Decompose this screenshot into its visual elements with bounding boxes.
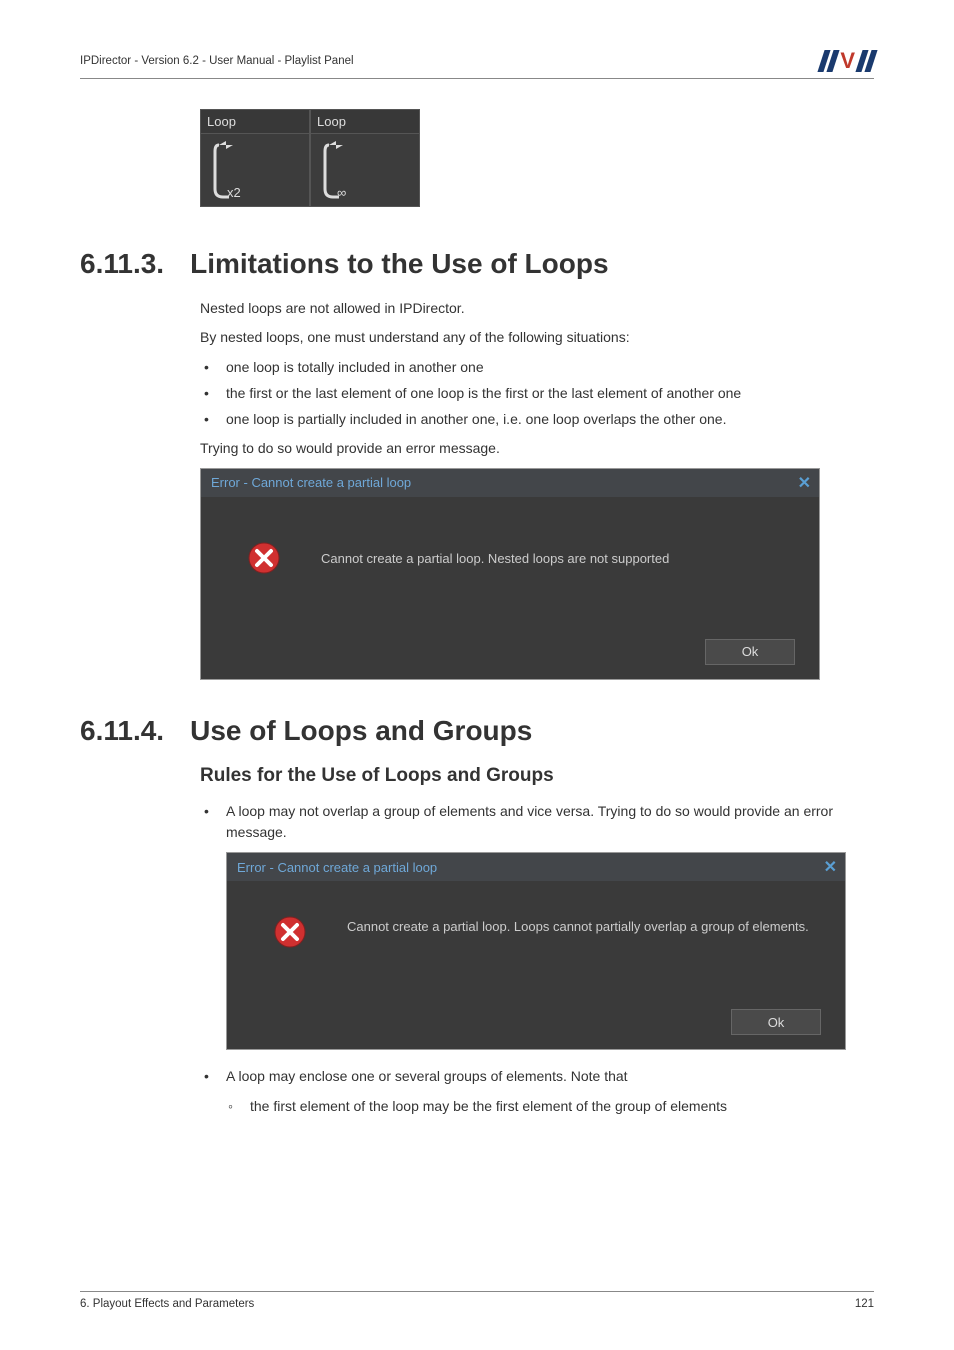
- sub-heading: Rules for the Use of Loops and Groups: [200, 765, 874, 787]
- dialog-message: Cannot create a partial loop. Nested loo…: [321, 549, 795, 569]
- section-heading-6-11-4: 6.11.4. Use of Loops and Groups: [80, 716, 874, 747]
- list-item: one loop is totally included in another …: [200, 357, 874, 379]
- loop-arrow-icon: [321, 139, 351, 201]
- list-item: A loop may not overlap a group of elemen…: [200, 801, 874, 844]
- list-item: one loop is partially included in anothe…: [200, 409, 874, 431]
- loop-box-title: Loop: [311, 110, 419, 134]
- list-item: the first or the last element of one loo…: [200, 383, 874, 405]
- loop-box-infinite: Loop ∞: [310, 109, 420, 207]
- dialog-title: Error - Cannot create a partial loop: [237, 860, 437, 875]
- loop-examples: Loop x2 Loop ∞: [200, 109, 874, 207]
- section-heading-6-11-3: 6.11.3. Limitations to the Use of Loops: [80, 249, 874, 280]
- bullet-list: one loop is totally included in another …: [200, 357, 874, 430]
- header-text: IPDirector - Version 6.2 - User Manual -…: [80, 55, 354, 67]
- close-icon[interactable]: ✕: [824, 857, 837, 877]
- dialog-message: Cannot create a partial loop. Loops cann…: [347, 917, 821, 937]
- ok-button[interactable]: Ok: [705, 639, 795, 665]
- loop-count-label: x2: [227, 185, 241, 200]
- section-number: 6.11.4.: [80, 716, 164, 747]
- section-title: Use of Loops and Groups: [190, 716, 532, 747]
- section-title: Limitations to the Use of Loops: [190, 249, 608, 280]
- list-item: the first element of the loop may be the…: [200, 1096, 874, 1118]
- page-header: IPDirector - Version 6.2 - User Manual -…: [80, 48, 874, 79]
- bullet-list: A loop may not overlap a group of elemen…: [200, 801, 874, 844]
- loop-count-label: ∞: [337, 185, 346, 200]
- paragraph: By nested loops, one must understand any…: [200, 327, 874, 349]
- footer-page-number: 121: [855, 1298, 874, 1310]
- evs-logo: V: [821, 48, 874, 74]
- error-icon: [273, 915, 307, 954]
- dialog-titlebar: Error - Cannot create a partial loop ✕: [227, 853, 845, 881]
- bullet-list: A loop may enclose one or several groups…: [200, 1066, 874, 1088]
- dialog-titlebar: Error - Cannot create a partial loop ✕: [201, 469, 819, 497]
- sub-bullet-list: the first element of the loop may be the…: [200, 1096, 874, 1118]
- loop-box-title: Loop: [201, 110, 309, 134]
- error-icon: [247, 541, 281, 580]
- error-dialog-nested-loops: Error - Cannot create a partial loop ✕ C…: [200, 468, 820, 680]
- list-item: A loop may enclose one or several groups…: [200, 1066, 874, 1088]
- section-number: 6.11.3.: [80, 249, 164, 280]
- loop-box-x2: Loop x2: [200, 109, 310, 207]
- dialog-title: Error - Cannot create a partial loop: [211, 475, 411, 490]
- paragraph: Trying to do so would provide an error m…: [200, 438, 874, 460]
- page-footer: 6. Playout Effects and Parameters 121: [80, 1291, 874, 1310]
- ok-button[interactable]: Ok: [731, 1009, 821, 1035]
- footer-chapter: 6. Playout Effects and Parameters: [80, 1298, 254, 1310]
- close-icon[interactable]: ✕: [798, 473, 811, 493]
- paragraph: Nested loops are not allowed in IPDirect…: [200, 298, 874, 320]
- error-dialog-overlap-group: Error - Cannot create a partial loop ✕ C…: [226, 852, 846, 1050]
